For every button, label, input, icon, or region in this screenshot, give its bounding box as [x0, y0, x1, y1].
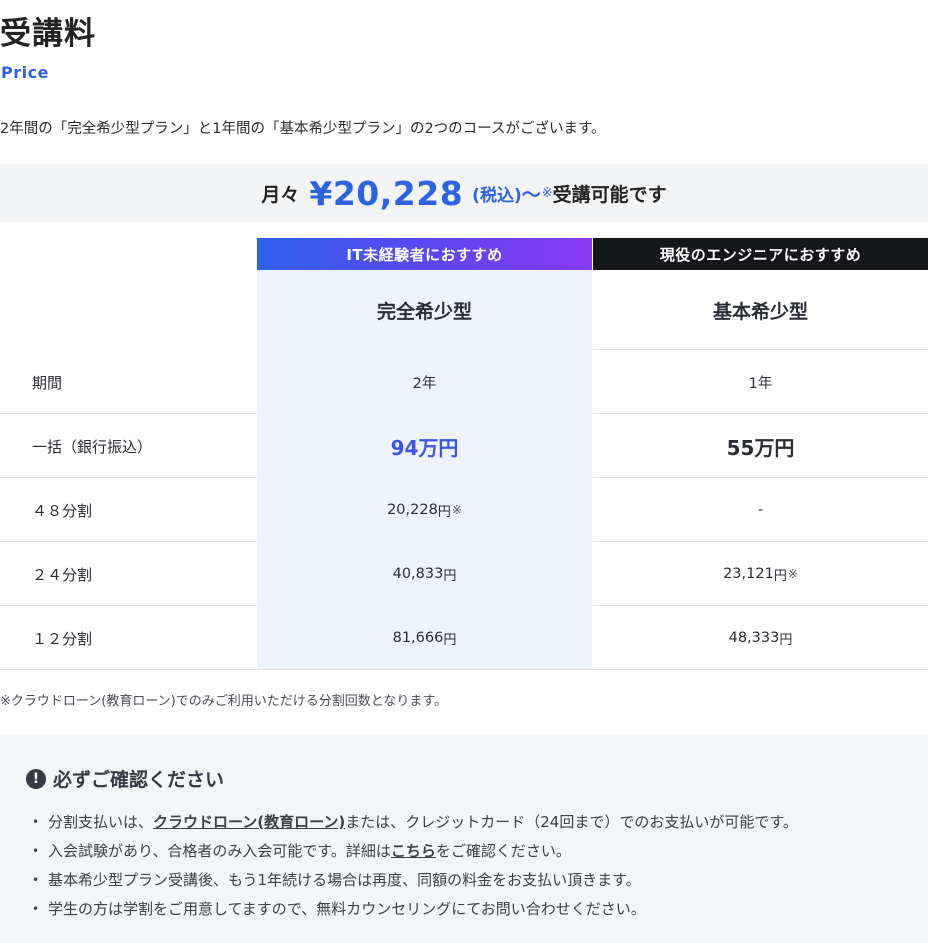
- cell-full: 40,833 円: [257, 542, 592, 606]
- row-label: １２分割: [32, 629, 93, 648]
- price-tax-note: (税込): [472, 185, 522, 206]
- intro-text: 2年間の「完全希少型プラン」と1年間の「基本希少型プラン」の2つのコースがござい…: [0, 121, 606, 137]
- cell-full: 2年: [412, 375, 437, 392]
- cell-value: 40,833: [392, 566, 444, 582]
- list-item: • 学生の方は学割をご用意してますので、無料カウンセリングにてお問い合わせくださ…: [32, 894, 798, 923]
- plan-name-full: 完全希少型: [376, 300, 472, 323]
- bullet-icon: •: [32, 843, 40, 858]
- notice-box: ! 必ずご確認ください • 分割支払いは、 クラウドローン(教育ローン) または、ク…: [0, 735, 928, 943]
- cell-full: 20,228 円 ※: [257, 478, 592, 542]
- cell-basic: 1年: [748, 375, 773, 392]
- plan-name-basic: 基本希少型: [712, 300, 808, 323]
- list-item: • 入会試験があり、合格者のみ入会可能です。詳細は こちら をご確認ください。: [32, 836, 798, 865]
- cell-unit: 円: [443, 568, 457, 584]
- cell-full: 81,666 円: [257, 606, 592, 670]
- price-banner: 月々 ¥20,228 (税込) 〜 ※ 受講可能です: [0, 164, 928, 222]
- exclamation-icon: !: [26, 768, 46, 789]
- cell-unit: 円: [779, 632, 793, 648]
- table-row: 期間 2年 1年: [0, 350, 928, 414]
- row-label: 一括（銀行振込）: [32, 437, 153, 456]
- table-row: 一括（銀行振込） 94万円 55万円: [0, 414, 928, 478]
- notice-text: をご確認ください。: [435, 842, 571, 860]
- price-suffix: 受講可能です: [552, 183, 667, 206]
- divider: [0, 669, 928, 670]
- list-item: • 分割支払いは、 クラウドローン(教育ローン) または、クレジットカード（24回ま…: [32, 807, 798, 836]
- table-row: １２分割 81,666 円 48,333 円: [0, 606, 928, 670]
- row-label: ４８分割: [32, 501, 93, 520]
- cloud-loan-link[interactable]: クラウドローン(教育ローン): [153, 811, 345, 832]
- row-label: 期間: [32, 373, 63, 392]
- details-link[interactable]: こちら: [391, 840, 436, 861]
- price-tilde: 〜: [521, 183, 541, 206]
- price-footnote-mark: ※: [541, 185, 553, 201]
- notice-text: または、クレジットカード（24回まで）でのお支払いが可能です。: [345, 813, 798, 831]
- notice-text: 分割支払いは、: [48, 813, 154, 831]
- notice-text: 基本希少型プラン受講後、もう1年続ける場合は再度、同額の料金をお支払い頂きます。: [48, 871, 641, 889]
- notice-title: 必ずご確認ください: [53, 769, 225, 791]
- bullet-icon: •: [32, 872, 40, 887]
- cell-value: 81,666: [392, 630, 444, 646]
- table-row: ２４分割 40,833 円 23,121 円 ※: [0, 542, 928, 606]
- page-subtitle: Price: [1, 63, 49, 82]
- plan-badge-full: IT未経験者におすすめ: [257, 238, 592, 270]
- cell-basic: 55万円: [726, 435, 795, 460]
- bullet-icon: •: [32, 814, 40, 829]
- cell-unit: 円: [443, 632, 457, 648]
- cell-full: 94万円: [390, 435, 459, 460]
- page-title: 受講料: [0, 16, 96, 52]
- table-row: ４８分割 20,228 円 ※ -: [0, 478, 928, 542]
- cell-value: 48,333: [728, 630, 780, 646]
- cell-basic: -: [757, 502, 764, 518]
- notice-text: 入会試験があり、合格者のみ入会可能です。詳細は: [48, 842, 391, 860]
- cell-basic: 23,121 円 ※: [593, 542, 928, 606]
- cell-unit: 円: [773, 568, 787, 584]
- cell-note: ※: [451, 503, 462, 517]
- bullet-icon: •: [32, 901, 40, 916]
- cell-note: ※: [787, 567, 798, 581]
- installment-footnote: ※クラウドローン(教育ローン)でのみご利用いただける分割回数となります。: [0, 694, 448, 709]
- list-item: • 基本希少型プラン受講後、もう1年続ける場合は再度、同額の料金をお支払い頂きま…: [32, 865, 798, 894]
- plan-badge-basic: 現役のエンジニアにおすすめ: [593, 238, 928, 270]
- notice-heading: ! 必ずご確認ください: [26, 765, 224, 792]
- cell-basic: 48,333 円: [593, 606, 928, 670]
- row-label: ２４分割: [32, 565, 93, 584]
- cell-value: 23,121: [723, 566, 774, 582]
- notice-text: 学生の方は学割をご用意してますので、無料カウンセリングにてお問い合わせください。: [48, 900, 646, 918]
- price-prefix: 月々: [261, 183, 300, 206]
- cell-unit: 円: [437, 504, 451, 520]
- notice-list: • 分割支払いは、 クラウドローン(教育ローン) または、クレジットカード（24回ま…: [32, 807, 798, 923]
- price-amount: ¥20,228: [309, 173, 464, 213]
- cell-value: 20,228: [387, 502, 438, 518]
